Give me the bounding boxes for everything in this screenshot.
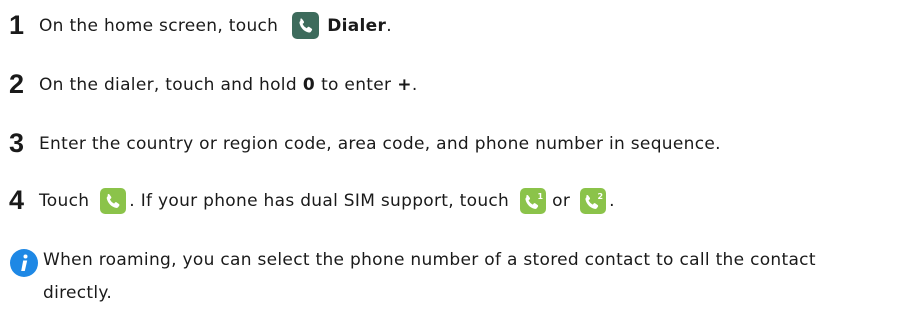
dialer-label: Dialer	[327, 15, 387, 36]
step-text: On the dialer, touch and hold	[39, 74, 297, 95]
zero-key-label: 0	[302, 74, 316, 95]
step-text-end: .	[386, 15, 392, 36]
step-text-middle: . If your phone has dual SIM support, to…	[129, 190, 510, 211]
step-number: 4	[9, 185, 25, 215]
info-icon	[9, 248, 39, 282]
plus-label: +	[397, 74, 412, 95]
step-text: Touch	[39, 190, 90, 211]
sim2-label: 2	[598, 192, 604, 201]
call-icon	[100, 187, 127, 214]
step-number: 3	[9, 128, 25, 158]
call-sim2-icon: 2	[580, 187, 607, 214]
step-number: 2	[9, 69, 25, 99]
step-text: On the home screen, touch	[39, 15, 279, 36]
step-text: Enter the country or region code, area c…	[39, 133, 721, 154]
step-number: 1	[9, 10, 25, 40]
step-4: 4 Touch . If your phone has dual SIM sup…	[9, 187, 615, 214]
note: When roaming, you can select the phone n…	[9, 248, 889, 310]
step-text-end: .	[411, 74, 418, 95]
dialer-app-icon	[292, 12, 320, 39]
step-text-end: .	[609, 190, 615, 211]
step-2: 2 On the dialer, touch and hold 0 to ent…	[9, 71, 418, 98]
sim1-label: 1	[538, 192, 544, 201]
note-text: When roaming, you can select the phone n…	[43, 250, 816, 303]
call-sim1-icon: 1	[520, 187, 547, 214]
or-text: or	[552, 190, 571, 211]
step-1: 1 On the home screen, touch Dialer .	[9, 12, 392, 39]
step-text-middle: to enter	[321, 74, 392, 95]
step-3: 3 Enter the country or region code, area…	[9, 130, 721, 157]
